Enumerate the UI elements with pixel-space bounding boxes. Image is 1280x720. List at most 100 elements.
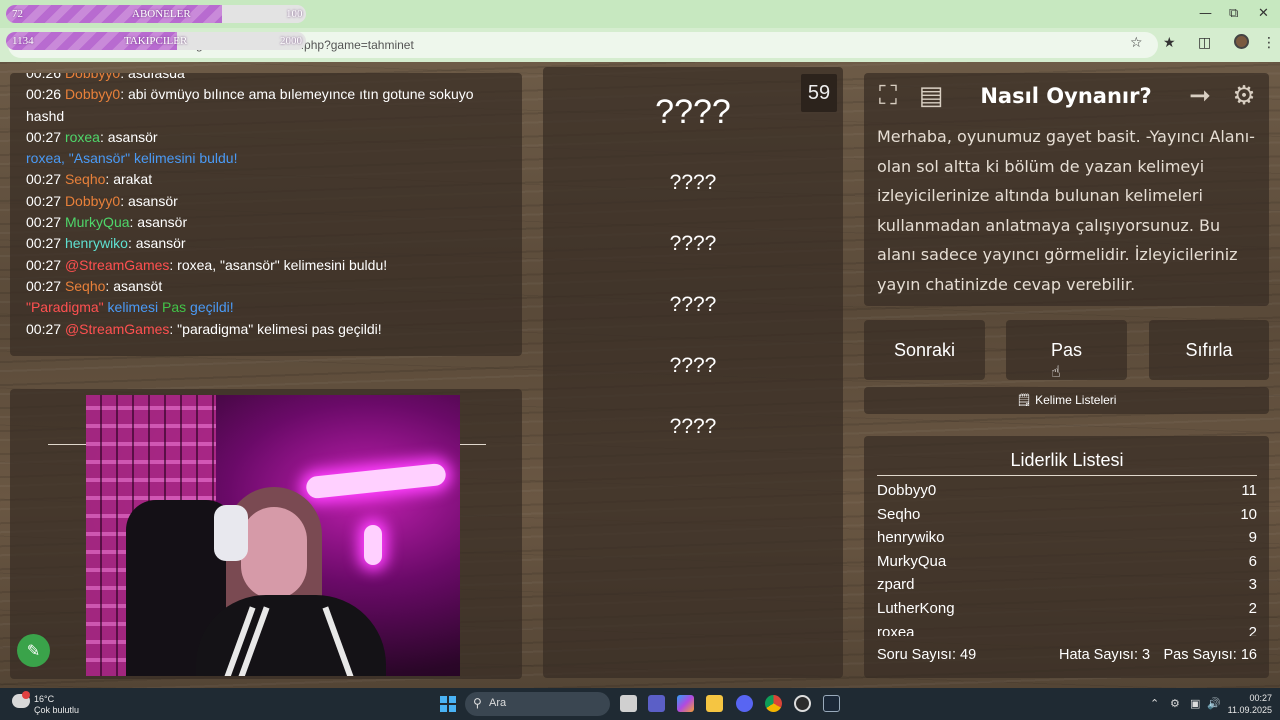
leaderboard-list[interactable]: Dobbyy0 11 Seqho 10 henrywiko 9 MurkyQua 6 zpard…: [877, 482, 1257, 636]
leaderboard-row: roxea 2: [877, 624, 1257, 636]
followers-goal: 2000: [280, 35, 302, 47]
chat-text: 00:27: [26, 256, 65, 273]
streamer: [196, 595, 386, 676]
chat-highlight: Dobbyy0: [64, 192, 121, 209]
followers-label: TAKIPCILER: [124, 35, 188, 47]
player-score: 6: [1248, 552, 1257, 570]
chat-text: 00:27: [26, 214, 65, 231]
windows-start-icon[interactable]: [440, 696, 456, 712]
chat-message: 00:27 Seqho: asansöt: [26, 276, 506, 297]
chevron-up-icon[interactable]: ⌃: [1150, 697, 1159, 710]
network-icon[interactable]: ⚙: [1170, 697, 1180, 710]
headset: [214, 505, 248, 561]
chat-message: 00:26 Dobbyy0: abi övmüyo bılınce ama bı…: [26, 84, 506, 127]
chat-highlight: MurkyQua: [64, 214, 130, 231]
how-to-play-text: Merhaba, oyunumuz gayet basit. -Yayıncı …: [877, 127, 1255, 294]
microphone-button[interactable]: ✎: [17, 634, 50, 667]
player-name: MurkyQua: [877, 552, 947, 570]
search-icon: ⚲: [473, 696, 482, 710]
hand-cursor-icon: ☝: [1051, 362, 1061, 381]
volume-icon[interactable]: 🔊: [1207, 697, 1221, 710]
leaderboard-row: LutherKong 2: [877, 600, 1257, 624]
player-score: 2: [1248, 599, 1257, 617]
chat-highlight: roxea: [64, 128, 100, 145]
obs-icon[interactable]: [794, 695, 811, 712]
bookmark-star-icon[interactable]: ☆: [1130, 35, 1143, 51]
discord-icon[interactable]: [736, 695, 753, 712]
chat-message: 00:27 roxea: asansör: [26, 127, 506, 148]
chat-message: roxea, "Asansör" kelimesini buldu!: [26, 148, 506, 169]
extensions-icon[interactable]: ★: [1163, 35, 1176, 51]
webcam-feed: [86, 395, 460, 676]
chat-panel[interactable]: 00:26 Dobbyy0 : asdfasda 00:26 Dobbyy0: ab…: [10, 73, 522, 356]
divider-right: [460, 444, 486, 445]
player-name: zpard: [877, 576, 915, 594]
chat-highlight: kelimesi: [107, 299, 163, 316]
chat-message: 00:27 henrywiko: asansör: [26, 233, 506, 254]
chat-text: : asansör: [120, 192, 178, 209]
clock-date[interactable]: 11.09.2025: [1226, 705, 1272, 715]
leaderboard-row: Dobbyy0 11: [877, 482, 1257, 506]
player-name: henrywiko: [877, 529, 945, 547]
subscribers-current: 72: [12, 8, 23, 20]
player-score: 3: [1248, 576, 1257, 594]
chat-message: 00:27 Dobbyy0: asansör: [26, 191, 506, 212]
chat-message: 00:27 MurkyQua: asansör: [26, 212, 506, 233]
word-lists-button[interactable]: 🗒 Kelime Listeleri: [864, 387, 1269, 414]
chat-highlight: @StreamGames: [64, 320, 170, 337]
chat-highlight: Seqho: [64, 277, 106, 294]
clock-time[interactable]: 00:27: [1226, 693, 1272, 703]
player-name: LutherKong: [877, 599, 955, 617]
chat-text: : asdfasda: [120, 73, 185, 81]
word-lists-label: Kelime Listeleri: [1035, 393, 1117, 407]
chrome-icon[interactable]: [765, 695, 782, 712]
chat-text: : asansöt: [105, 277, 163, 294]
weather-desc: Çok bulutlu: [34, 705, 80, 715]
monitor-icon[interactable]: ▣: [1190, 697, 1200, 710]
fullscreen-icon[interactable]: ⛶: [872, 80, 904, 112]
logout-icon[interactable]: ➞: [1184, 80, 1216, 112]
restore-icon[interactable]: ⧉: [1229, 6, 1238, 21]
weather-temp: 16°C: [34, 694, 55, 704]
pass-button[interactable]: Pas: [1006, 320, 1127, 380]
document-icon[interactable]: ▤: [915, 80, 947, 112]
leaderboard-row: zpard 3: [877, 576, 1257, 600]
player-score: 9: [1248, 529, 1257, 547]
leaderboard-row: MurkyQua 6: [877, 553, 1257, 577]
profile-avatar-icon[interactable]: [1234, 34, 1249, 49]
leaderboard-row: Seqho 10: [877, 506, 1257, 530]
gear-icon[interactable]: ⚙: [1228, 80, 1260, 112]
teams-icon[interactable]: [648, 695, 665, 712]
menu-kebab-icon[interactable]: ⋮: [1262, 35, 1276, 51]
player-score: 10: [1240, 505, 1257, 523]
player-name: Seqho: [877, 505, 921, 523]
chat-text: : "paradigma" kelimesi pas geçildi!: [169, 320, 382, 337]
reset-button[interactable]: Sıfırla: [1149, 320, 1269, 380]
task-view-icon[interactable]: [620, 695, 637, 712]
chat-text: 00:27: [26, 128, 65, 145]
error-count: Hata Sayısı: 3: [1059, 647, 1151, 663]
chat-message: 00:27 @StreamGames: roxea, "asansör" kel…: [26, 255, 506, 276]
chat-text: : asansör: [129, 214, 188, 231]
chat-highlight: Seqho: [64, 171, 106, 188]
leaderboard-title: Liderlik Listesi: [877, 450, 1257, 476]
steam-icon[interactable]: [823, 695, 840, 712]
chat-text: : asansör: [99, 128, 158, 145]
chat-highlight: roxea, "Asansör" kelimesini buldu!: [26, 150, 238, 167]
reading-list-icon[interactable]: ◫: [1198, 35, 1211, 51]
file-explorer-icon[interactable]: [706, 695, 723, 712]
chat-highlight: henrywiko: [64, 235, 128, 252]
next-button[interactable]: Sonraki: [864, 320, 985, 380]
close-icon[interactable]: ✕: [1258, 6, 1269, 21]
chat-text: 00:26: [26, 86, 65, 103]
chat-highlight: Dobbyy0: [64, 86, 121, 103]
leaderboard-row: henrywiko 9: [877, 529, 1257, 553]
player-name: Dobbyy0: [877, 482, 937, 499]
chat-highlight: "Paradigma": [26, 299, 108, 316]
copilot-icon[interactable]: [677, 695, 694, 712]
taskbar: [0, 688, 1280, 720]
taskbar-search[interactable]: Ara: [465, 692, 610, 716]
minimize-icon[interactable]: —: [1199, 6, 1212, 21]
chat-highlight: geçildi!: [190, 299, 234, 316]
chat-text: 00:27: [26, 277, 65, 294]
